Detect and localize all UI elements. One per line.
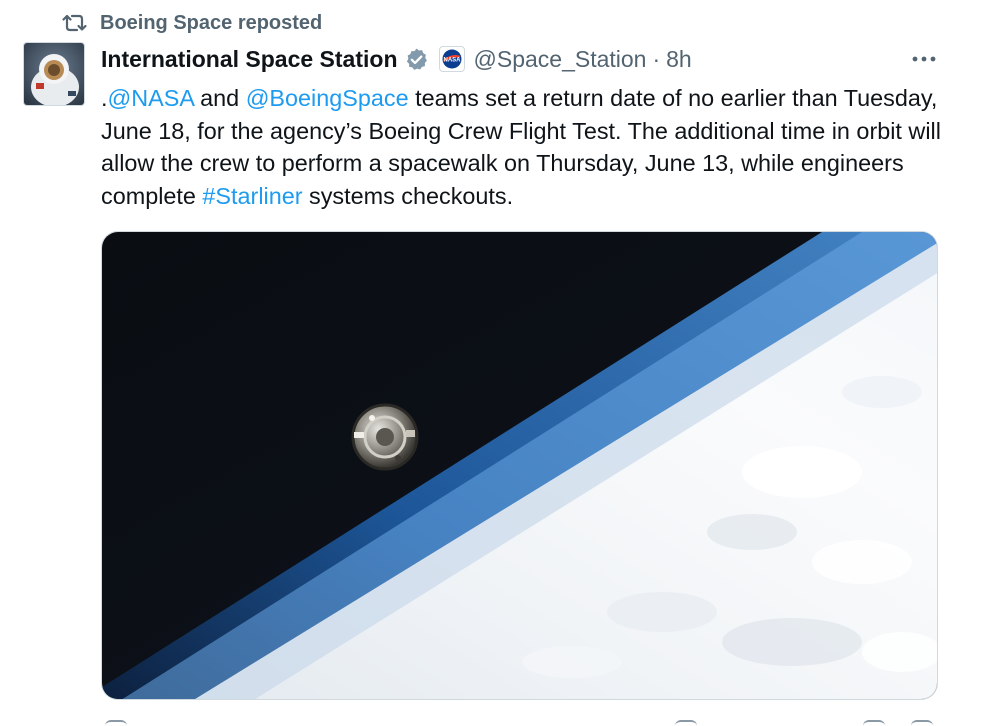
tweet-header: International Space Station NASA @Space_… <box>101 44 692 74</box>
nasa-logo-badge[interactable]: NASA <box>438 46 465 72</box>
separator-dot: · <box>652 45 661 72</box>
bookmark-icon[interactable] <box>863 720 885 726</box>
mention-nasa-link[interactable]: @NASA <box>108 85 194 111</box>
share-icon[interactable] <box>911 720 933 726</box>
tweet-text-part: systems checkouts. <box>302 182 514 209</box>
repost-icon <box>62 12 88 34</box>
tweet-text-part: and <box>193 85 246 111</box>
views-icon[interactable] <box>675 720 697 726</box>
hashtag-starliner-link[interactable]: #Starliner <box>202 183 302 209</box>
svg-text:NASA: NASA <box>443 58 461 64</box>
tweet-body: .@NASA and @BoeingSpace teams set a retu… <box>101 82 941 212</box>
tweet-timestamp[interactable]: 8h <box>666 46 692 73</box>
reply-icon[interactable] <box>105 720 127 726</box>
repost-indicator[interactable]: Boeing Space reposted <box>62 10 322 36</box>
more-options-button[interactable] <box>908 46 940 72</box>
verified-badge-icon[interactable] <box>404 47 429 72</box>
tweet-action-bar <box>101 714 938 726</box>
repost-label[interactable]: Boeing Space reposted <box>100 12 322 35</box>
mention-boeingspace-link[interactable]: @BoeingSpace <box>246 85 409 111</box>
more-horizontal-icon <box>911 50 937 68</box>
author-handle[interactable]: @Space_Station <box>474 46 647 73</box>
tweet-media-photo[interactable] <box>101 231 938 700</box>
author-avatar[interactable] <box>23 42 85 106</box>
author-display-name[interactable]: International Space Station <box>101 46 398 73</box>
